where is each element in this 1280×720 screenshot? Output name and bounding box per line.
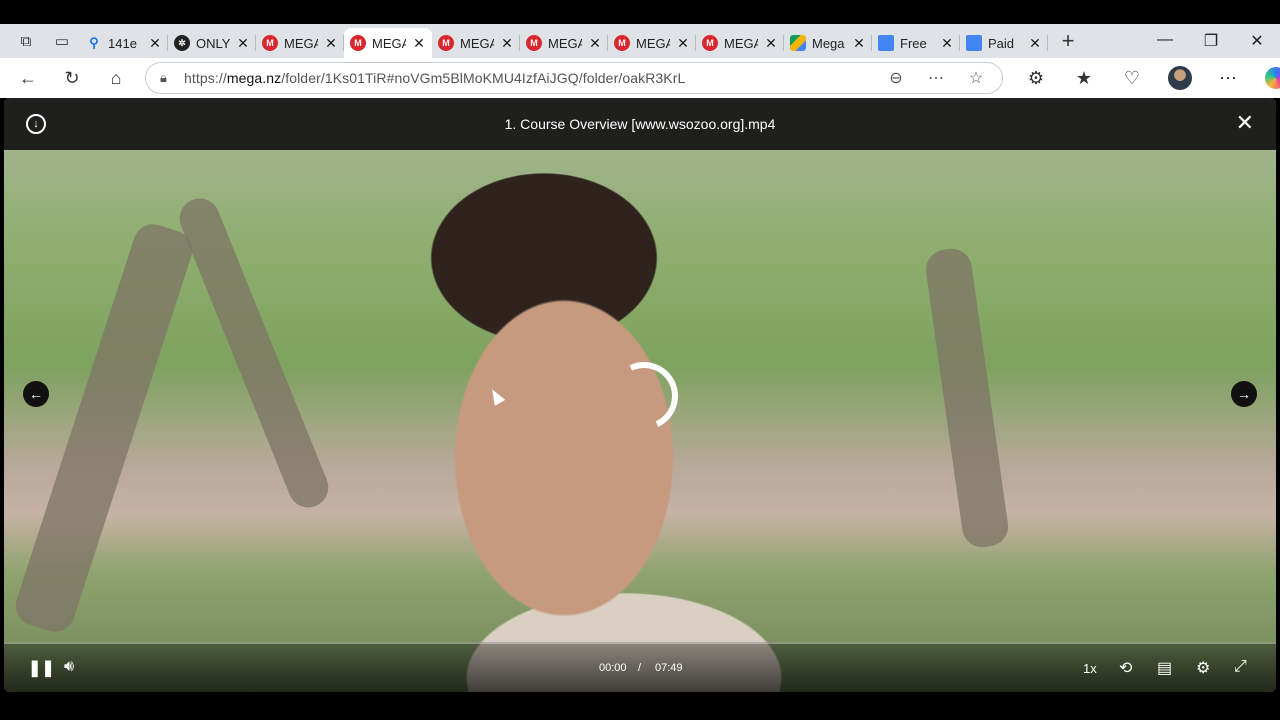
more-menu-icon[interactable]: ⋯ [1204,58,1252,98]
settings-gear-icon[interactable]: ⚙ [1196,658,1210,678]
toolbar-right: ⚙ ★ ♡ ⋯ [1012,58,1280,98]
tab-close-icon[interactable]: ✕ [324,35,338,52]
tab-title: MEGA [636,35,670,51]
next-arrow-icon[interactable]: → [1231,381,1257,407]
navigation-bar: ← ↻ ⌂ 🔒︎ https://mega.nz/folder/1Ks01TiR… [0,58,1280,98]
browser-tab[interactable]: M MEGA ✕ [696,28,784,58]
mega-favicon-icon: M [702,35,718,51]
search-favicon-icon: ⚲ [89,35,99,50]
pause-icon[interactable]: ❚❚ [28,658,55,678]
browser-tab[interactable]: M MEGA ✕ [432,28,520,58]
browser-tab[interactable]: M MEGA ✕ [520,28,608,58]
extensions-icon[interactable]: ⚙ [1012,58,1060,98]
copilot-icon[interactable] [1252,58,1280,98]
tab-close-icon[interactable]: ✕ [412,35,426,52]
tab-close-icon[interactable]: ✕ [764,35,778,52]
address-actions: ⊖ ⋯ ☆ [876,63,996,93]
video-viewer: ↓ 1. Course Overview [www.wsozoo.org].mp… [4,98,1276,692]
screen-bottom-letterbox [0,692,1280,720]
read-aloud-icon[interactable]: ⋯ [916,68,956,88]
avatar [1168,66,1192,90]
time-separator: / [638,662,642,674]
browser-tab[interactable]: M MEGA ✕ [608,28,696,58]
browser-tab[interactable]: Free ✕ [872,28,960,58]
back-button[interactable]: ← [6,58,50,98]
tab-list: ⚲ 141e ✕ ✲ ONLY ✕ M MEGA ✕ M MEGA ✕ M MEGA ✕ M MEGA ✕ M MEG… [80,24,1048,58]
viewer-header: ↓ 1. Course Overview [www.wsozoo.org].mp… [4,98,1276,150]
subtitles-icon[interactable]: ▤ [1157,658,1172,678]
tab-close-icon[interactable]: ✕ [1028,35,1042,52]
tab-title: MEGA [548,35,582,51]
tab-title: Mega [812,35,845,51]
tab-close-icon[interactable]: ✕ [236,35,250,52]
mega-favicon-icon: M [614,35,630,51]
video-title: 1. Course Overview [www.wsozoo.org].mp4 [504,116,776,132]
browser-tab[interactable]: M MEGA ✕ [344,28,432,58]
playback-speed-button[interactable]: 1x [1083,661,1097,676]
tab-title: MEGA [460,35,494,51]
address-bar[interactable]: 🔒︎ https://mega.nz/folder/1Ks01TiR#noVGm… [145,62,1003,94]
tab-title: MEGA [724,35,758,51]
tab-title: Paid [988,35,1015,51]
fullscreen-icon[interactable]: ⤢ [1234,658,1247,676]
zoom-icon[interactable]: ⊖ [876,68,916,88]
tab-title: Free [900,35,927,51]
close-viewer-icon[interactable]: ✕ [1236,110,1254,136]
tab-title: MEGA [372,35,406,51]
screen-top-letterbox [0,0,1280,24]
browser-tab[interactable]: Paid ✕ [960,28,1048,58]
mega-favicon-icon: M [262,35,278,51]
window-controls: — ❐ ✕ [1142,31,1280,51]
previous-arrow-icon[interactable]: ← [23,381,49,407]
download-icon[interactable]: ↓ [26,114,46,134]
progress-bar[interactable] [4,642,1276,644]
refresh-button[interactable]: ↻ [50,58,94,98]
lock-icon[interactable]: 🔒︎ [160,70,184,86]
doc-favicon-icon [966,35,982,51]
restore-button[interactable]: ❐ [1188,31,1234,51]
tab-close-icon[interactable]: ✕ [500,35,514,52]
tab-title: ONLY [196,35,230,51]
close-window-button[interactable]: ✕ [1234,31,1280,51]
favorite-star-icon[interactable]: ☆ [956,68,996,88]
duration: 07:49 [655,662,683,674]
new-tab-button[interactable]: + [1048,28,1088,54]
browser-tab[interactable]: ⚲ 141e ✕ [80,28,168,58]
volume-icon[interactable]: 🔊︎ [64,658,74,676]
profile-avatar[interactable] [1156,58,1204,98]
drive-favicon-icon [790,35,806,51]
home-button[interactable]: ⌂ [94,58,138,98]
tab-close-icon[interactable]: ✕ [588,35,602,52]
browser-essentials-icon[interactable]: ♡ [1108,58,1156,98]
tab-title: 141e [108,35,137,51]
mega-favicon-icon: M [438,35,454,51]
url-text[interactable]: https://mega.nz/folder/1Ks01TiR#noVGm5Bl… [184,70,685,86]
mega-favicon-icon: M [350,35,366,51]
only-favicon-icon: ✲ [174,35,190,51]
doc-favicon-icon [878,35,894,51]
tab-title: MEGA [284,35,318,51]
workspaces-icon[interactable]: ⧉ [8,24,44,58]
tab-close-icon[interactable]: ✕ [676,35,690,52]
browser-tab[interactable]: ✲ ONLY ✕ [168,28,256,58]
tab-strip: ⧉ ▭ ⚲ 141e ✕ ✲ ONLY ✕ M MEGA ✕ M MEGA ✕ M MEGA ✕ M MEGA ✕… [0,24,1280,58]
browser-tab[interactable]: Mega ✕ [784,28,872,58]
tab-close-icon[interactable]: ✕ [940,35,954,52]
browser-tab[interactable]: M MEGA ✕ [256,28,344,58]
minimize-button[interactable]: — [1142,31,1188,51]
vertical-tabs-icon[interactable]: ▭ [44,24,80,58]
tab-close-icon[interactable]: ✕ [148,35,162,52]
copilot-logo [1265,67,1280,89]
loop-icon[interactable]: ⟲ [1119,658,1132,678]
mega-favicon-icon: M [526,35,542,51]
current-time: 00:00 [599,662,627,674]
favorites-icon[interactable]: ★ [1060,58,1108,98]
player-controls: ❚❚ 🔊︎ 00:00 / 07:49 1x ⟲ ▤ ⚙ ⤢ [4,642,1276,692]
tab-close-icon[interactable]: ✕ [852,35,866,52]
